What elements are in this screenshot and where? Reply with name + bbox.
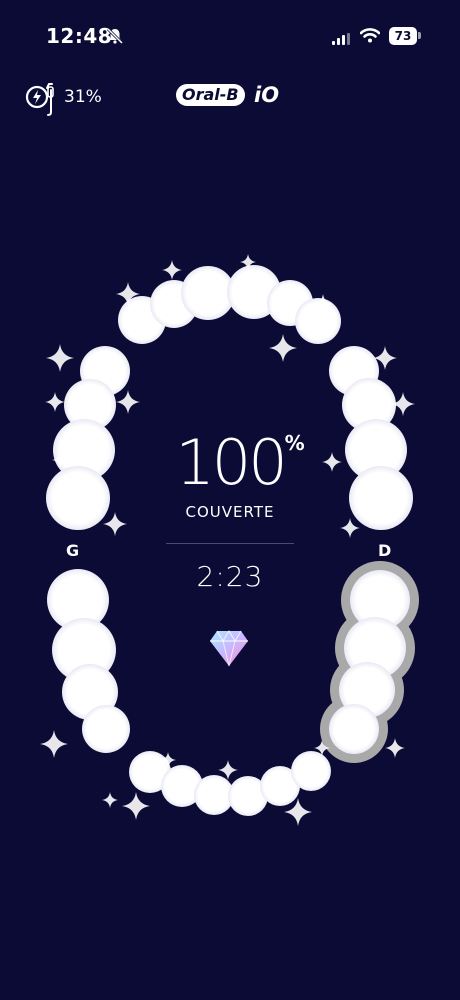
coverage-number: 100 xyxy=(175,426,287,499)
tooth xyxy=(329,704,379,754)
tooth xyxy=(291,751,331,791)
sparkle xyxy=(116,390,140,414)
tooth xyxy=(349,466,413,530)
sparkle xyxy=(340,518,360,538)
coverage-value: 100% xyxy=(175,425,304,501)
tooth xyxy=(181,266,235,320)
coverage-label: COUVERTE xyxy=(185,503,275,521)
tooth xyxy=(82,705,130,753)
divider xyxy=(166,543,294,544)
sparkle xyxy=(269,334,297,362)
brushing-timer: 2:23 xyxy=(196,560,264,593)
right-side-label: D xyxy=(378,541,392,560)
sparkle xyxy=(322,452,342,472)
left-side-label: G xyxy=(66,541,80,560)
session-summary: 100% COUVERTE 2:23 xyxy=(165,425,305,593)
sparkle xyxy=(40,730,68,758)
diamond-icon xyxy=(209,629,249,671)
sparkle xyxy=(45,392,65,412)
sparkle xyxy=(103,512,127,536)
sparkle xyxy=(162,260,182,280)
sparkle xyxy=(46,344,74,372)
sparkle xyxy=(102,792,118,808)
coverage-unit: % xyxy=(284,431,305,455)
sparkle xyxy=(385,738,405,758)
tooth xyxy=(46,466,110,530)
tooth xyxy=(194,775,234,815)
sparkle xyxy=(122,792,150,820)
